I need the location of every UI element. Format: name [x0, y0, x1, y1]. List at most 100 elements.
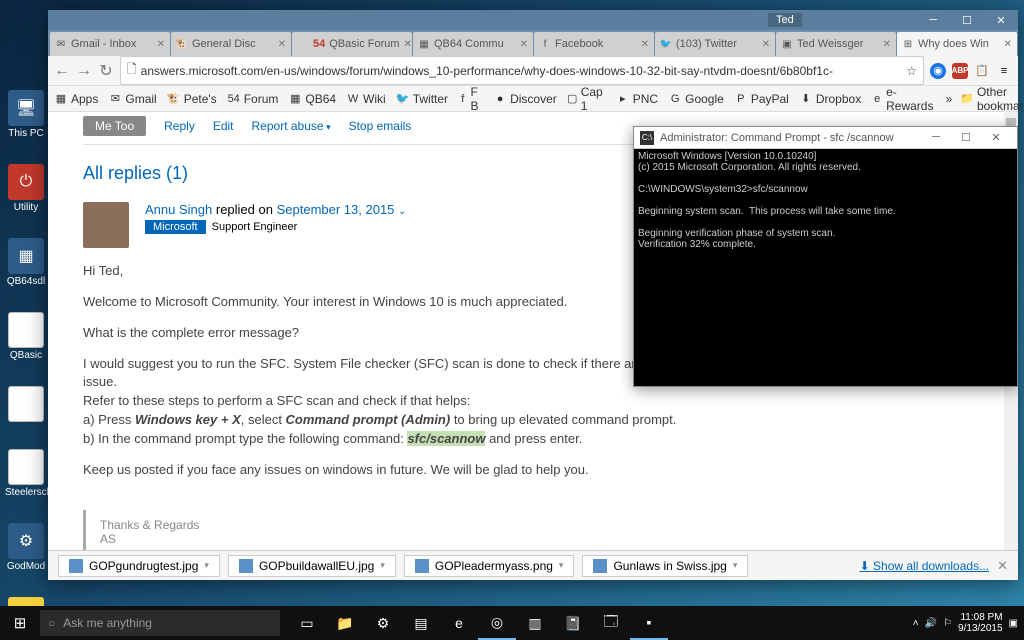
browser-tab[interactable]: fFacebook✕: [534, 32, 654, 56]
bookmark-item[interactable]: ▦QB64: [288, 92, 336, 106]
bookmark-item[interactable]: ✉Gmail: [108, 92, 156, 106]
ext-icon[interactable]: ◉: [930, 63, 946, 79]
tab-close[interactable]: ✕: [762, 39, 770, 50]
desktop-icon[interactable]: ⏻Utility: [5, 164, 47, 213]
ext-icon[interactable]: 📋: [974, 63, 990, 79]
browser-tab[interactable]: 🐮General Disc✕: [171, 32, 291, 56]
desktop-icon[interactable]: [5, 386, 47, 424]
browser-tab[interactable]: ⊞Why does Win✕: [897, 32, 1017, 56]
browser-tab[interactable]: ✉Gmail - Inbox✕: [50, 32, 170, 56]
maximize-button[interactable]: ☐: [950, 10, 984, 30]
desktop-icon[interactable]: 🖥This PC: [5, 90, 47, 139]
minimize-button[interactable]: ─: [916, 10, 950, 30]
close-button[interactable]: ✕: [984, 10, 1018, 30]
task-edge[interactable]: e: [440, 606, 478, 640]
chevron-down-icon[interactable]: ⌄: [398, 206, 406, 217]
task-cmd[interactable]: ▪: [630, 606, 668, 640]
notifications-icon[interactable]: ▣: [1009, 618, 1018, 629]
task-icon[interactable]: 📓: [554, 606, 592, 640]
download-item[interactable]: Gunlaws in Swiss.jpg▾: [582, 555, 748, 577]
system-tray[interactable]: ˄ 🔊 ⚐ 11:08 PM 9/13/2015 ▣: [913, 612, 1024, 634]
edit-link[interactable]: Edit: [213, 119, 234, 133]
window-titlebar: Ted ─ ☐ ✕: [48, 10, 1018, 30]
cmd-titlebar[interactable]: C:\ Administrator: Command Prompt - sfc …: [634, 127, 1017, 149]
bookmark-item[interactable]: ▢Cap 1: [567, 85, 606, 113]
tab-close[interactable]: ✕: [404, 39, 412, 50]
tab-close[interactable]: ✕: [278, 39, 286, 50]
cmd-close[interactable]: ✕: [981, 131, 1011, 144]
author-link[interactable]: Annu Singh: [145, 202, 212, 217]
desktop-icon[interactable]: ⚙GodMod: [5, 523, 47, 572]
start-button[interactable]: ⊞: [0, 606, 40, 640]
url-input[interactable]: 🗋 answers.microsoft.com/en-us/windows/fo…: [120, 56, 924, 85]
chevron-down-icon[interactable]: ▾: [559, 560, 564, 571]
cmd-maximize[interactable]: ☐: [951, 131, 981, 144]
bookmark-item[interactable]: 54Forum: [227, 92, 279, 106]
tab-close[interactable]: ✕: [520, 39, 528, 50]
cmd-icon: C:\: [640, 131, 654, 145]
cortana-search[interactable]: ○ Ask me anything: [40, 610, 280, 636]
task-icon[interactable]: ▥: [516, 606, 554, 640]
bookmark-item[interactable]: ●Discover: [493, 92, 557, 106]
tray-icon[interactable]: 🔊: [925, 618, 937, 629]
browser-tab[interactable]: ▣Ted Weissger✕: [776, 32, 896, 56]
task-view[interactable]: ▭: [288, 606, 326, 640]
bookmark-item[interactable]: fF B: [458, 85, 483, 113]
other-bookmarks[interactable]: 📁Other bookmarks: [960, 85, 1024, 113]
tray-icon[interactable]: ⚐: [943, 618, 952, 629]
downloads-close[interactable]: ✕: [997, 558, 1008, 574]
abp-icon[interactable]: ABP: [952, 63, 968, 79]
tab-label: (103) Twitter: [676, 38, 737, 50]
bookmark-item[interactable]: WWiki: [346, 92, 386, 106]
show-all-downloads[interactable]: ⬇ Show all downloads...: [860, 559, 989, 573]
download-item[interactable]: GOPgundrugtest.jpg▾: [58, 555, 220, 577]
menu-icon[interactable]: ≡: [996, 63, 1012, 79]
browser-tab[interactable]: 🐦(103) Twitter✕: [655, 32, 775, 56]
task-explorer[interactable]: 📁: [326, 606, 364, 640]
bookmark-item[interactable]: GGoogle: [668, 92, 724, 106]
browser-tab[interactable]: ▦QB64 Commu✕: [413, 32, 533, 56]
bookmark-item[interactable]: 🐮Pete's: [167, 92, 217, 106]
task-icon[interactable]: ⚙: [364, 606, 402, 640]
bookmark-item[interactable]: ⬇Dropbox: [799, 92, 861, 106]
desktop-icon[interactable]: Steelersch: [5, 449, 47, 498]
bookmark-item[interactable]: ▸PNC: [616, 92, 658, 106]
reply-link[interactable]: Reply: [164, 119, 195, 133]
cmd-minimize[interactable]: ─: [921, 131, 951, 144]
reply-date[interactable]: September 13, 2015: [277, 202, 395, 217]
chevron-down-icon[interactable]: ▾: [380, 560, 385, 571]
reload-button[interactable]: ↻: [98, 61, 114, 81]
task-icon[interactable]: ▤: [402, 606, 440, 640]
cmd-output: Microsoft Windows [Version 10.0.10240] (…: [634, 149, 1017, 252]
avatar[interactable]: [83, 202, 129, 248]
tab-close[interactable]: ✕: [641, 39, 649, 50]
bookmark-item[interactable]: ▦Apps: [54, 92, 98, 106]
tab-strip: ✉Gmail - Inbox✕🐮General Disc✕54 QBasic F…: [48, 30, 1018, 56]
desktop-icon[interactable]: QBasic: [5, 312, 47, 361]
back-button[interactable]: ←: [54, 62, 70, 80]
chevron-down-icon[interactable]: ▾: [733, 560, 738, 571]
forward-button[interactable]: →: [76, 62, 92, 80]
report-abuse-link[interactable]: Report abuse: [252, 119, 331, 133]
tab-close[interactable]: ✕: [1004, 39, 1012, 50]
bookmark-item[interactable]: ee-Rewards: [871, 85, 935, 113]
bookmark-overflow[interactable]: »: [946, 92, 953, 106]
tray-icon[interactable]: ˄: [913, 618, 919, 629]
star-icon[interactable]: ☆: [906, 64, 917, 78]
task-icon[interactable]: 🗔: [592, 606, 630, 640]
task-chrome[interactable]: ◎: [478, 606, 516, 640]
clock[interactable]: 11:08 PM 9/13/2015: [958, 612, 1003, 634]
file-icon: [593, 559, 607, 573]
bookmark-icon: G: [668, 92, 682, 106]
browser-tab[interactable]: 54 QBasic Forum✕: [292, 32, 412, 56]
download-item[interactable]: GOPbuildawallEU.jpg▾: [228, 555, 396, 577]
tab-close[interactable]: ✕: [157, 39, 165, 50]
desktop-icon[interactable]: ▦QB64sdl: [5, 238, 47, 287]
stop-emails-link[interactable]: Stop emails: [349, 119, 412, 133]
bookmark-item[interactable]: 🐦Twitter: [396, 92, 448, 106]
tab-close[interactable]: ✕: [883, 39, 891, 50]
bookmark-item[interactable]: PPayPal: [734, 92, 789, 106]
me-too-button[interactable]: Me Too: [83, 116, 146, 136]
download-item[interactable]: GOPleadermyass.png▾: [404, 555, 575, 577]
chevron-down-icon[interactable]: ▾: [204, 560, 209, 571]
